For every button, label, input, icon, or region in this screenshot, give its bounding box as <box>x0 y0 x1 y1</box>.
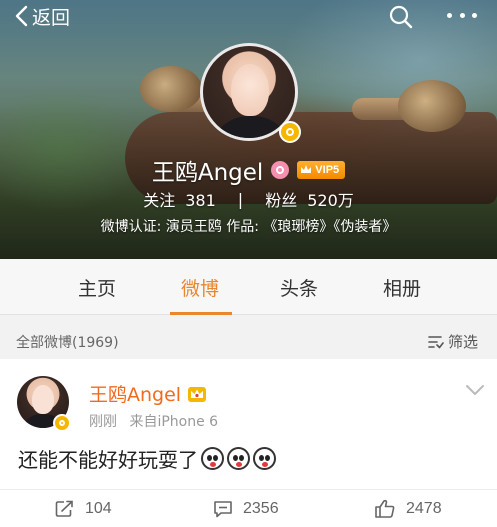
comment-button[interactable]: 2356 <box>213 490 279 527</box>
post-source: 来自iPhone 6 <box>129 414 219 430</box>
verified-icon <box>279 121 301 143</box>
tab-home[interactable]: 主页 <box>47 259 147 315</box>
more-icon-dot <box>447 12 452 18</box>
chevron-left-icon <box>15 5 28 27</box>
shocked-emoji-icon <box>253 447 276 470</box>
back-label: 返回 <box>32 6 71 29</box>
post-card[interactable]: 王鸥Angel 刚刚 来自iPhone 6 还能不能好好玩耍了 104 2356… <box>0 359 497 527</box>
tab-weibo[interactable]: 微博 <box>150 259 250 315</box>
more-icon-dot <box>472 12 477 18</box>
profile-name-row: 王鸥Angel VIP5 <box>0 153 497 187</box>
profile-tabs: 主页 微博 头条 相册 <box>0 259 497 315</box>
fans-label: 粉丝 <box>265 191 298 210</box>
female-gender-icon <box>271 161 290 179</box>
vip-badge-label: VIP5 <box>315 164 340 176</box>
post-text: 还能不能好好玩耍了 <box>18 448 198 472</box>
post-actions: 104 2356 2478 <box>0 489 497 527</box>
tab-headlines[interactable]: 头条 <box>249 259 349 315</box>
top-nav-bar: 返回 <box>0 0 497 34</box>
active-tab-indicator <box>170 312 232 315</box>
all-weibo-count: 全部微博(1969) <box>16 335 119 351</box>
post-meta: 刚刚 来自iPhone 6 <box>89 411 218 431</box>
fans-count: 520万 <box>307 191 354 210</box>
vip-badge[interactable]: VIP5 <box>297 161 346 179</box>
chevron-down-icon[interactable] <box>464 383 486 397</box>
tab-album[interactable]: 相册 <box>352 259 452 315</box>
repost-icon <box>55 500 73 517</box>
post-author-name[interactable]: 王鸥Angel <box>89 380 181 407</box>
filter-icon <box>428 335 444 348</box>
comment-icon <box>214 501 232 518</box>
repost-button[interactable]: 104 <box>55 490 112 527</box>
shocked-emoji-icon <box>201 447 224 470</box>
thumbs-up-icon <box>375 499 395 518</box>
more-button[interactable] <box>447 8 477 22</box>
search-button[interactable] <box>388 4 414 30</box>
repost-count: 104 <box>85 500 112 517</box>
follow-count: 381 <box>185 191 216 210</box>
filter-button[interactable]: 筛选 <box>428 331 478 352</box>
search-icon <box>389 5 413 29</box>
vip-crown-icon <box>188 386 207 402</box>
shocked-emoji-icon <box>227 447 250 470</box>
more-icon-dot <box>459 12 465 18</box>
post-time: 刚刚 <box>89 414 117 430</box>
verified-icon <box>53 414 71 432</box>
filter-bar: 全部微博(1969) 筛选 <box>0 324 497 358</box>
stats-separator: | <box>237 189 244 209</box>
comment-count: 2356 <box>243 500 279 517</box>
follow-label: 关注 <box>143 191 176 210</box>
like-button[interactable]: 2478 <box>374 490 442 527</box>
verification-text: 微博认证: 演员王鸥 作品: 《琅琊榜》《伪装者》 <box>100 219 397 235</box>
avatar-face <box>231 64 269 116</box>
crown-icon <box>301 165 312 173</box>
profile-name: 王鸥Angel <box>151 160 264 186</box>
back-button[interactable]: 返回 <box>14 3 70 29</box>
profile-stats: 关注 381 | 粉丝 520万 <box>0 187 497 211</box>
post-content: 还能不能好好玩耍了 <box>18 444 276 473</box>
profile-cover: 返回 王鸥Angel VIP5 关注 381 | 粉丝 520万 微博认证: 演… <box>0 0 497 259</box>
filter-label: 筛选 <box>448 333 479 351</box>
follow-stat[interactable]: 关注 381 <box>143 187 216 211</box>
like-count: 2478 <box>406 500 442 517</box>
fans-stat[interactable]: 粉丝 520万 <box>265 187 354 211</box>
post-author-row: 王鸥Angel <box>89 380 207 407</box>
